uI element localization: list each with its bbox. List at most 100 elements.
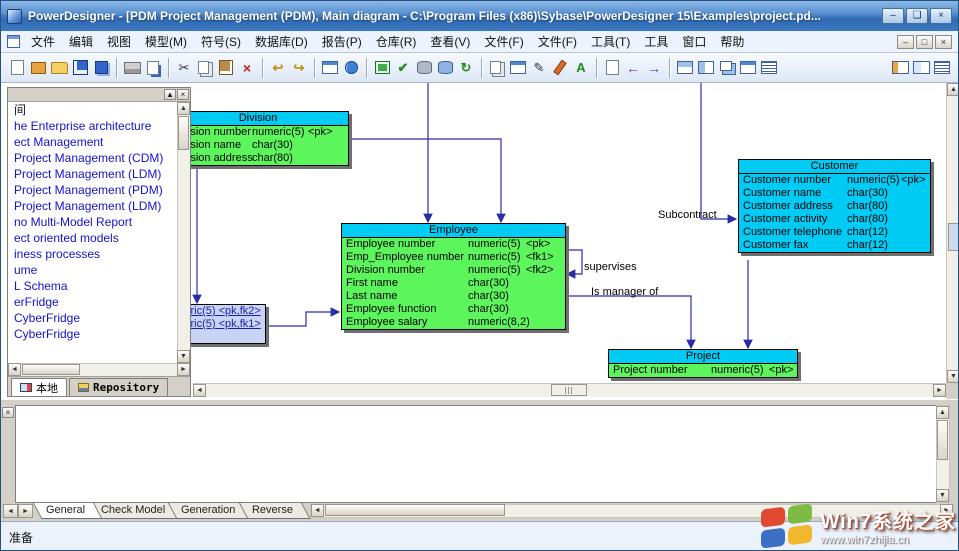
tab-repository[interactable]: Repository: [69, 378, 168, 396]
panel-close-icon[interactable]: ×: [177, 89, 189, 100]
open-folder-icon[interactable]: [49, 57, 69, 78]
menu-database[interactable]: 数据库(D): [248, 31, 315, 52]
table-row[interactable]: First namechar(30): [342, 277, 565, 290]
tree-item[interactable]: CyberFridge: [8, 326, 190, 342]
output-panel-grip[interactable]: ×: [1, 405, 15, 503]
tree-item[interactable]: ect Management: [8, 134, 190, 150]
tree-vertical-scrollbar[interactable]: ▲ ▼: [177, 102, 190, 363]
compare-model-icon[interactable]: [508, 57, 528, 78]
scroll-thumb[interactable]: [178, 116, 189, 150]
copy-image-icon[interactable]: [602, 57, 622, 78]
browser-tree[interactable]: 间 he Enterprise architecture ect Managem…: [8, 102, 190, 363]
panel-scroll-up-icon[interactable]: ▲: [164, 89, 176, 100]
link-label-supervises[interactable]: supervises: [584, 261, 637, 273]
child-close-button[interactable]: ×: [935, 35, 952, 49]
redo-icon[interactable]: ↪: [289, 57, 309, 78]
scroll-thumb[interactable]: [551, 384, 587, 396]
menu-repository[interactable]: 仓库(R): [369, 31, 424, 52]
menu-symbol[interactable]: 符号(S): [194, 31, 248, 52]
tab-general[interactable]: General: [33, 503, 103, 519]
forward-icon[interactable]: →: [644, 57, 664, 78]
maximize-button[interactable]: ❏: [906, 8, 928, 24]
tree-item[interactable]: ect oriented models: [8, 230, 190, 246]
menu-model[interactable]: 模型(M): [138, 31, 194, 52]
save-all-icon[interactable]: [91, 57, 111, 78]
table-row[interactable]: Customer telephonechar(12): [739, 226, 930, 239]
menu-file3[interactable]: 文件(F): [531, 31, 584, 52]
table-title[interactable]: Customer: [739, 160, 930, 174]
diagram-vertical-scrollbar[interactable]: ▲ ▼: [946, 83, 958, 383]
output-close-icon[interactable]: ×: [2, 407, 14, 418]
menu-window[interactable]: 窗口: [675, 31, 713, 52]
print-preview-icon[interactable]: [143, 57, 163, 78]
open-model-icon[interactable]: [28, 57, 48, 78]
back-icon[interactable]: ←: [623, 57, 643, 78]
table-row[interactable]: Employee salarynumeric(8,2): [342, 316, 565, 329]
menu-edit[interactable]: 编辑: [62, 31, 100, 52]
merge-model-icon[interactable]: [487, 57, 507, 78]
minimize-button[interactable]: –: [882, 8, 904, 24]
scroll-right-icon[interactable]: ►: [177, 363, 190, 376]
font-color-icon[interactable]: A: [571, 57, 591, 78]
tab-scroll-left-icon[interactable]: ◄: [3, 504, 18, 518]
browser-panel-header[interactable]: ▲ ×: [8, 88, 190, 102]
menu-view[interactable]: 视图: [100, 31, 138, 52]
scroll-right-icon[interactable]: ►: [933, 384, 946, 397]
window-list-icon[interactable]: [759, 57, 779, 78]
tree-item[interactable]: CyberFridge: [8, 310, 190, 326]
reverse-database-icon[interactable]: [435, 57, 455, 78]
child-restore-button[interactable]: □: [916, 35, 933, 49]
scroll-up-icon[interactable]: ▲: [177, 102, 190, 115]
table-row[interactable]: Division namechar(30): [168, 139, 348, 152]
tile-vertical-icon[interactable]: [696, 57, 716, 78]
tree-item[interactable]: Project Management (CDM): [8, 150, 190, 166]
child-minimize-button[interactable]: –: [897, 35, 914, 49]
scroll-thumb[interactable]: [937, 420, 948, 460]
scroll-up-icon[interactable]: ▲: [936, 406, 949, 419]
tab-local[interactable]: 本地: [11, 378, 67, 396]
table-row[interactable]: Employee functionchar(30): [342, 303, 565, 316]
properties-icon[interactable]: [320, 57, 340, 78]
browser-pane-icon[interactable]: [890, 57, 910, 78]
table-row[interactable]: Last namechar(30): [342, 290, 565, 303]
cascade-icon[interactable]: [717, 57, 737, 78]
table-employee[interactable]: Employee Employee numbernumeric(5)<pk> E…: [341, 223, 566, 330]
undo-icon[interactable]: ↩: [268, 57, 288, 78]
tile-horizontal-icon[interactable]: [675, 57, 695, 78]
scroll-down-icon[interactable]: ▼: [947, 370, 958, 383]
report-icon[interactable]: [372, 57, 392, 78]
table-division[interactable]: Division Division numbernumeric(5)<pk> D…: [167, 111, 349, 166]
table-row[interactable]: Emp_Employee numbernumeric(5)<fk1>: [342, 251, 565, 264]
table-row[interactable]: Employee numbernumeric(5)<pk>: [342, 238, 565, 251]
menu-tools2[interactable]: 工具: [637, 31, 675, 52]
tree-item[interactable]: erFridge: [8, 294, 190, 310]
scroll-down-icon[interactable]: ▼: [177, 350, 190, 363]
generate-database-icon[interactable]: [414, 57, 434, 78]
diagram-horizontal-scrollbar[interactable]: ◄ ►: [193, 383, 946, 397]
table-customer[interactable]: Customer Customer numbernumeric(5)<pk> C…: [738, 159, 931, 253]
format-painter-icon[interactable]: [550, 57, 570, 78]
tree-item[interactable]: no Multi-Model Report: [8, 214, 190, 230]
tree-item[interactable]: L Schema: [8, 278, 190, 294]
link-label-is-manager-of[interactable]: Is manager of: [591, 286, 658, 298]
tree-item[interactable]: Project Management (LDM): [8, 198, 190, 214]
scroll-up-icon[interactable]: ▲: [947, 83, 958, 96]
tree-horizontal-scrollbar[interactable]: ◄ ►: [8, 363, 190, 376]
titlebar[interactable]: PowerDesigner - [PDM Project Management …: [1, 1, 958, 31]
web-browser-icon[interactable]: [341, 57, 361, 78]
menu-report[interactable]: 报告(P): [315, 31, 369, 52]
diagram-canvas[interactable]: Division Division numbernumeric(5)<pk> D…: [1, 83, 958, 399]
table-project[interactable]: Project Project numbernumeric(5)<pk>: [608, 349, 798, 378]
save-icon[interactable]: [70, 57, 90, 78]
tab-reverse[interactable]: Reverse: [239, 503, 310, 519]
tree-item[interactable]: Project Management (LDM): [8, 166, 190, 182]
child-window-icon[interactable]: [7, 35, 20, 48]
table-row[interactable]: Division addresschar(80): [168, 152, 348, 165]
scroll-left-icon[interactable]: ◄: [8, 363, 21, 376]
tab-scroll-right-icon[interactable]: ►: [18, 504, 33, 518]
tree-item[interactable]: ume: [8, 262, 190, 278]
menu-tools[interactable]: 工具(T): [584, 31, 637, 52]
cut-icon[interactable]: ✂: [174, 57, 194, 78]
scroll-left-icon[interactable]: ◄: [311, 504, 324, 517]
scroll-thumb[interactable]: [948, 223, 958, 251]
